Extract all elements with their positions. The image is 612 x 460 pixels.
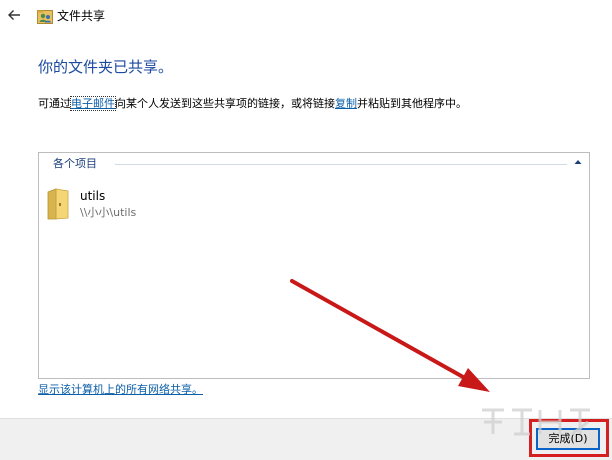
page-heading: 你的文件夹已共享。	[38, 58, 174, 76]
folder-name: utils	[80, 189, 106, 203]
window-title: 文件共享	[57, 9, 106, 23]
finish-button[interactable]: 完成(D)	[536, 428, 600, 450]
folder-icon	[47, 188, 69, 220]
list-item[interactable]: utils \\小小\utils	[47, 187, 177, 225]
footer-bar	[0, 418, 612, 460]
email-link[interactable]: 电子邮件	[70, 96, 116, 111]
chevron-up-icon[interactable]	[573, 157, 583, 167]
show-network-shares-link[interactable]: 显示该计算机上的所有网络共享。	[38, 383, 203, 397]
instruction-middle: 向某个人发送到这些共享项的链接，或将链接	[115, 97, 335, 110]
instruction-text: 可通过电子邮件向某个人发送到这些共享项的链接，或将链接复制并粘贴到其他程序中。	[38, 96, 467, 111]
shared-items-list[interactable]: 各个项目 utils \\小小\utils	[38, 152, 590, 379]
back-arrow-icon[interactable]	[6, 7, 22, 23]
instruction-suffix: 并粘贴到其他程序中。	[357, 97, 467, 110]
file-share-icon	[37, 10, 53, 24]
copy-link[interactable]: 复制	[335, 97, 357, 110]
group-header-items[interactable]: 各个项目	[53, 157, 97, 171]
folder-path: \\小小\utils	[80, 206, 137, 219]
instruction-prefix: 可通过	[38, 97, 71, 110]
group-divider	[115, 164, 567, 165]
title-bar: 文件共享	[0, 0, 612, 34]
